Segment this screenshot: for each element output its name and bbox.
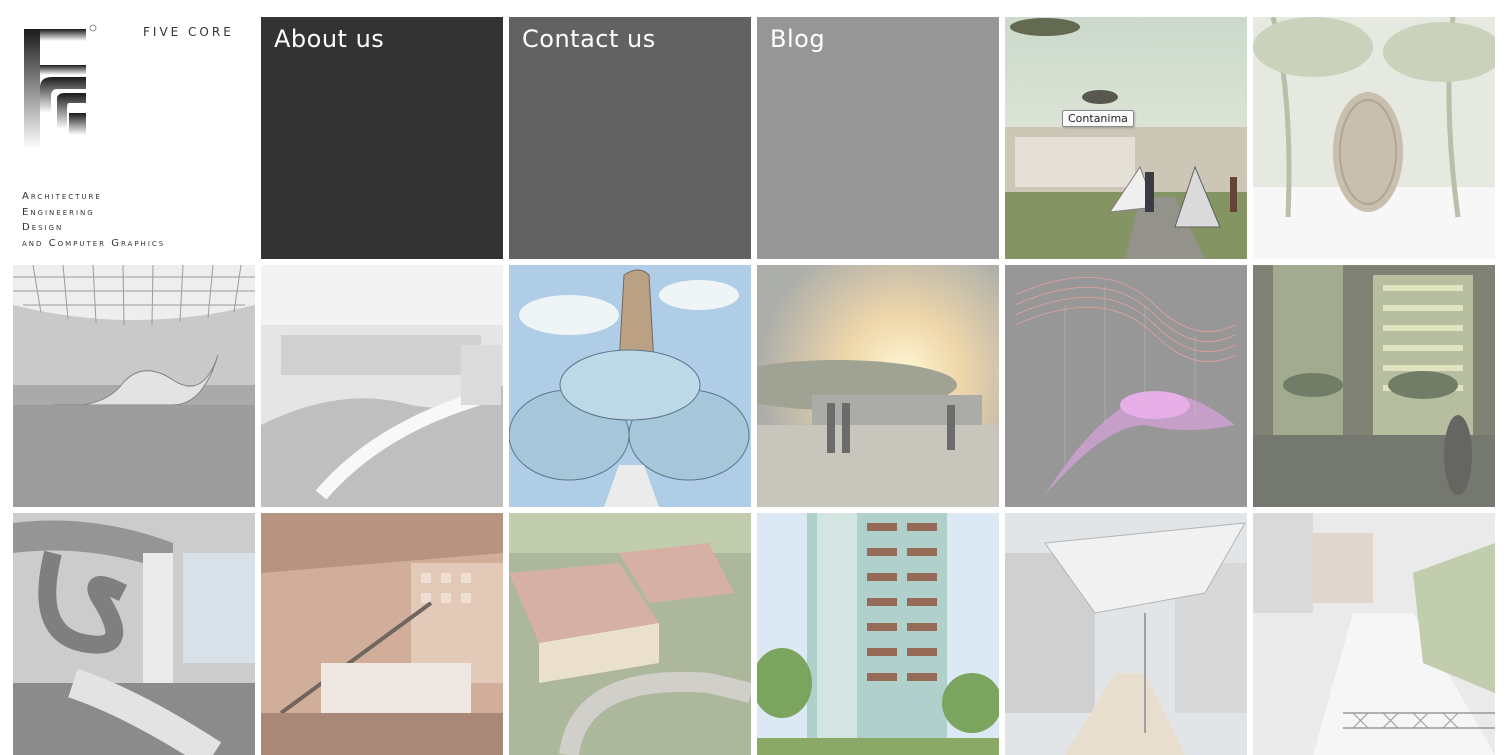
tagline-line: Architecture xyxy=(22,191,102,202)
project-thumbnail-sunset-terrace[interactable] xyxy=(757,265,999,507)
about-us-tile[interactable]: About us xyxy=(261,17,503,259)
project-thumbnail-residential-tower[interactable] xyxy=(757,513,999,755)
project-thumbnail-villa-aerial[interactable] xyxy=(509,513,751,755)
portfolio-grid: FIVE CORE Architecture Engineering Desig… xyxy=(0,0,1506,755)
image-tooltip: Contanima xyxy=(1062,110,1134,127)
project-thumbnail-beach-pod[interactable] xyxy=(1253,17,1495,259)
project-thumbnail-disaster-shelter[interactable] xyxy=(1005,17,1247,259)
project-thumbnail-urban-aerial[interactable] xyxy=(261,265,503,507)
project-thumbnail-atrium-sculpture[interactable] xyxy=(13,265,255,507)
tagline-line: Engineering xyxy=(22,206,95,218)
tagline-line: Design xyxy=(22,222,64,233)
contact-us-tile[interactable]: Contact us xyxy=(509,17,751,259)
tagline-line: and Computer Graphics xyxy=(22,237,166,249)
blog-tile[interactable]: Blog xyxy=(757,17,999,259)
project-thumbnail-parametric-wave[interactable] xyxy=(1005,265,1247,507)
project-thumbnail-canopy-street[interactable] xyxy=(1005,513,1247,755)
contact-us-label: Contact us xyxy=(522,25,656,53)
tagline: Architecture Engineering Design and Comp… xyxy=(22,189,165,251)
project-thumbnail-glass-pavilion[interactable] xyxy=(509,265,751,507)
logo-tile[interactable]: FIVE CORE Architecture Engineering Desig… xyxy=(13,17,255,259)
about-us-label: About us xyxy=(274,25,385,53)
brand-name: FIVE CORE xyxy=(143,25,234,39)
blog-label: Blog xyxy=(770,25,826,53)
project-thumbnail-night-towers[interactable] xyxy=(1253,265,1495,507)
project-thumbnail-mesh-ribbon[interactable] xyxy=(13,513,255,755)
project-thumbnail-promenade[interactable] xyxy=(1253,513,1495,755)
project-thumbnail-loft-bedroom[interactable] xyxy=(261,513,503,755)
